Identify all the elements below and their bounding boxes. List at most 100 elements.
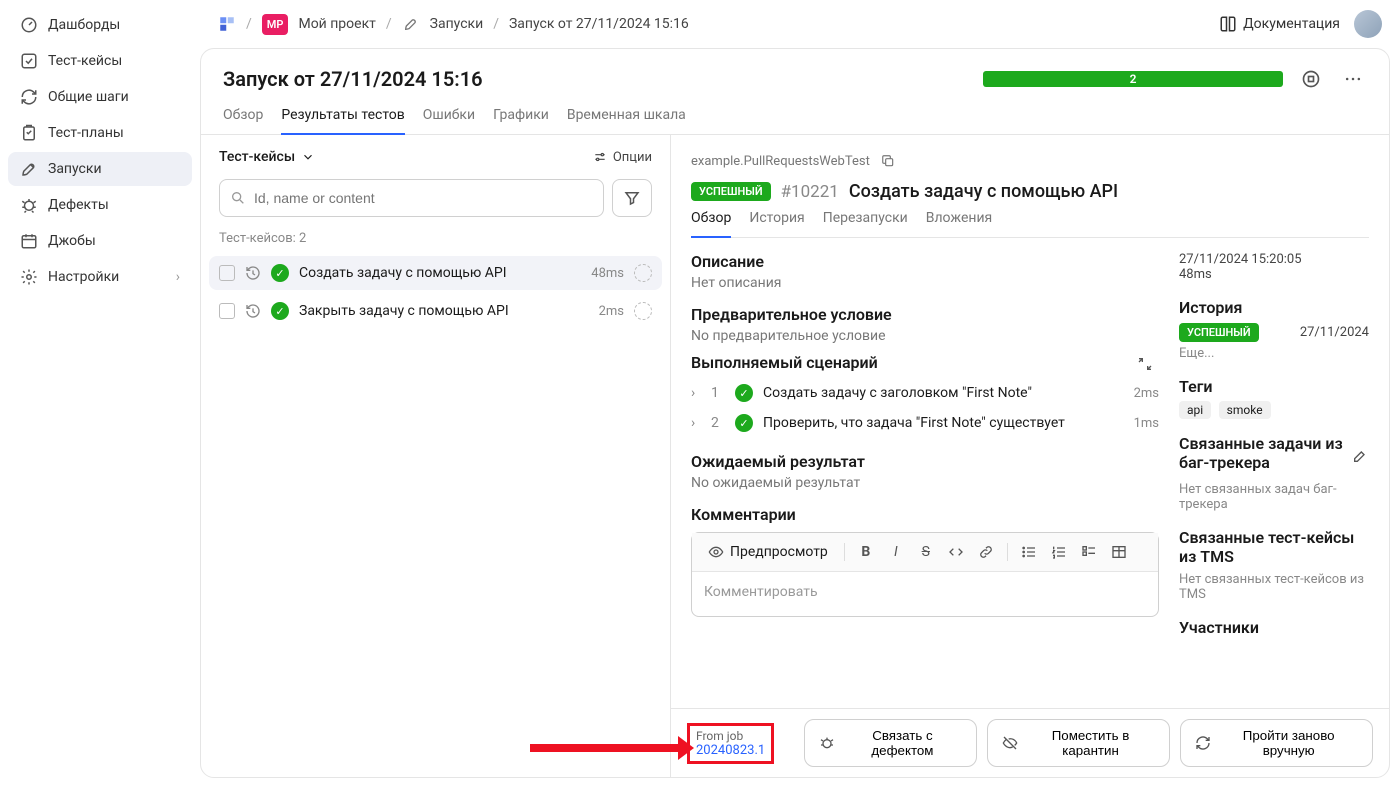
scenario-heading: Выполняемый сценарий <box>691 353 878 372</box>
job-link[interactable]: 20240823.1 <box>696 743 765 758</box>
history-heading: История <box>1179 298 1369 317</box>
status-passed-icon: ✓ <box>735 384 753 402</box>
tms-heading: Связанные тест-кейсы из TMS <box>1179 528 1369 566</box>
sidebar-item-defects[interactable]: Дефекты <box>8 188 192 222</box>
sidebar-item-testplans[interactable]: Тест-планы <box>8 116 192 150</box>
history-status-badge: УСПЕШНЫЙ <box>1179 323 1259 342</box>
tag[interactable]: api <box>1179 401 1211 419</box>
preview-toggle[interactable]: Предпросмотр <box>700 540 836 564</box>
chevron-right-icon: › <box>691 385 701 401</box>
tag[interactable]: smoke <box>1219 401 1271 419</box>
assignment-icon[interactable] <box>634 264 652 282</box>
app-logo-icon[interactable] <box>218 15 236 33</box>
quarantine-button[interactable]: Поместить в карантин <box>987 719 1171 767</box>
eye-off-icon <box>1002 735 1018 751</box>
italic-button[interactable]: I <box>883 539 909 565</box>
tab-overview[interactable]: Обзор <box>223 107 263 134</box>
precondition-body: No предварительное условие <box>691 328 1159 344</box>
sidebar-item-label: Джобы <box>48 233 96 249</box>
members-heading: Участники <box>1179 618 1369 637</box>
bold-button[interactable]: B <box>853 539 879 565</box>
step-row[interactable]: › 2 ✓ Проверить, что задача "First Note"… <box>691 408 1159 438</box>
sidebar-item-runs[interactable]: Запуски <box>8 152 192 186</box>
meta-duration: 48ms <box>1179 267 1369 282</box>
sidebar-item-settings[interactable]: Настройки › <box>8 260 192 294</box>
tab-errors[interactable]: Ошибки <box>423 107 475 134</box>
step-duration: 1ms <box>1134 416 1159 431</box>
detail-tab-attachments[interactable]: Вложения <box>926 210 993 237</box>
comment-textarea[interactable]: Комментировать <box>692 572 1158 616</box>
expand-steps-button[interactable] <box>1131 350 1159 378</box>
assignment-icon[interactable] <box>634 302 652 320</box>
ol-button[interactable] <box>1046 539 1072 565</box>
testcase-id: #10221 <box>781 182 839 202</box>
sidebar-item-label: Дефекты <box>48 197 109 213</box>
link-button[interactable] <box>973 539 999 565</box>
detail-tab-overview[interactable]: Обзор <box>691 210 731 238</box>
project-badge[interactable]: MP <box>262 14 289 35</box>
rerun-button[interactable]: Пройти заново вручную <box>1180 719 1373 767</box>
tab-timeline[interactable]: Временная шкала <box>567 107 686 134</box>
options-button[interactable]: Опции <box>593 150 652 165</box>
docs-link[interactable]: Документация <box>1219 15 1340 33</box>
detail-tab-history[interactable]: История <box>749 210 804 237</box>
checklist-button[interactable] <box>1076 539 1102 565</box>
link-defect-button[interactable]: Связать с дефектом <box>804 719 977 767</box>
ul-button[interactable] <box>1016 539 1042 565</box>
checkbox[interactable] <box>219 303 235 319</box>
testcase-duration: 2ms <box>599 304 624 319</box>
testcase-row[interactable]: ✓ Закрыть задачу с помощью API 2ms <box>209 294 662 328</box>
table-button[interactable] <box>1106 539 1132 565</box>
stop-button[interactable] <box>1297 65 1325 93</box>
search-input-wrapper[interactable] <box>219 179 604 217</box>
avatar[interactable] <box>1354 10 1382 38</box>
testcase-duration: 48ms <box>591 266 624 281</box>
sidebar-item-label: Тест-кейсы <box>48 53 122 69</box>
search-input[interactable] <box>254 190 593 206</box>
gauge-icon <box>20 16 38 34</box>
expected-body: No ожидаемый результат <box>691 475 1159 491</box>
tms-empty: Нет связанных тест-кейсов из TMS <box>1179 572 1369 602</box>
filter-button[interactable] <box>612 179 652 217</box>
refresh-icon <box>20 88 38 106</box>
testcase-row[interactable]: ✓ Создать задачу с помощью API 48ms <box>209 256 662 290</box>
checkbox[interactable] <box>219 265 235 281</box>
sidebar-item-shared-steps[interactable]: Общие шаги <box>8 80 192 114</box>
bugs-empty: Нет связанных задач баг-трекера <box>1179 482 1369 512</box>
breadcrumb-section[interactable]: Запуски <box>430 16 484 32</box>
topbar: / MP Мой проект / Запуски / Запуск от 27… <box>200 0 1400 48</box>
job-label: From job <box>696 729 765 743</box>
history-more-link[interactable]: Еще... <box>1179 346 1369 361</box>
meta-timestamp: 27/11/2024 15:20:05 <box>1179 252 1369 267</box>
breadcrumb-project[interactable]: Мой проект <box>298 16 375 32</box>
progress-bar[interactable]: 2 <box>983 71 1283 87</box>
code-button[interactable] <box>943 539 969 565</box>
sidebar-item-testcases[interactable]: Тест-кейсы <box>8 44 192 78</box>
sidebar-item-dashboards[interactable]: Дашборды <box>8 8 192 42</box>
breadcrumb-separator: / <box>493 16 499 32</box>
run-tabs: Обзор Результаты тестов Ошибки Графики В… <box>201 93 1389 135</box>
step-name: Проверить, что задача "First Note" сущес… <box>763 415 1124 431</box>
sidebar-item-label: Запуски <box>48 161 102 177</box>
sidebar-item-label: Общие шаги <box>48 89 129 105</box>
tab-charts[interactable]: Графики <box>493 107 549 134</box>
strike-button[interactable]: S <box>913 539 939 565</box>
sliders-icon <box>593 150 607 164</box>
history-date: 27/11/2024 <box>1300 325 1369 340</box>
detail-tab-retries[interactable]: Перезапуски <box>823 210 908 237</box>
step-number: 1 <box>711 385 725 401</box>
edit-button[interactable] <box>1351 442 1369 470</box>
tab-results[interactable]: Результаты тестов <box>281 107 404 135</box>
testcases-heading[interactable]: Тест-кейсы <box>219 149 315 165</box>
bugs-heading: Связанные задачи из баг-трекера <box>1179 434 1343 472</box>
tags-heading: Теги <box>1179 377 1369 396</box>
sidebar-item-jobs[interactable]: Джобы <box>8 224 192 258</box>
step-row[interactable]: › 1 ✓ Создать задачу с заголовком "First… <box>691 378 1159 408</box>
calendar-icon <box>20 232 38 250</box>
copy-button[interactable] <box>878 151 898 171</box>
run-title: Запуск от 27/11/2024 15:16 <box>223 67 483 91</box>
testcase-name: Создать задачу с помощью API <box>299 265 581 281</box>
package-path: example.PullRequestsWebTest <box>691 154 870 169</box>
more-button[interactable] <box>1339 65 1367 93</box>
book-icon <box>1219 15 1237 33</box>
